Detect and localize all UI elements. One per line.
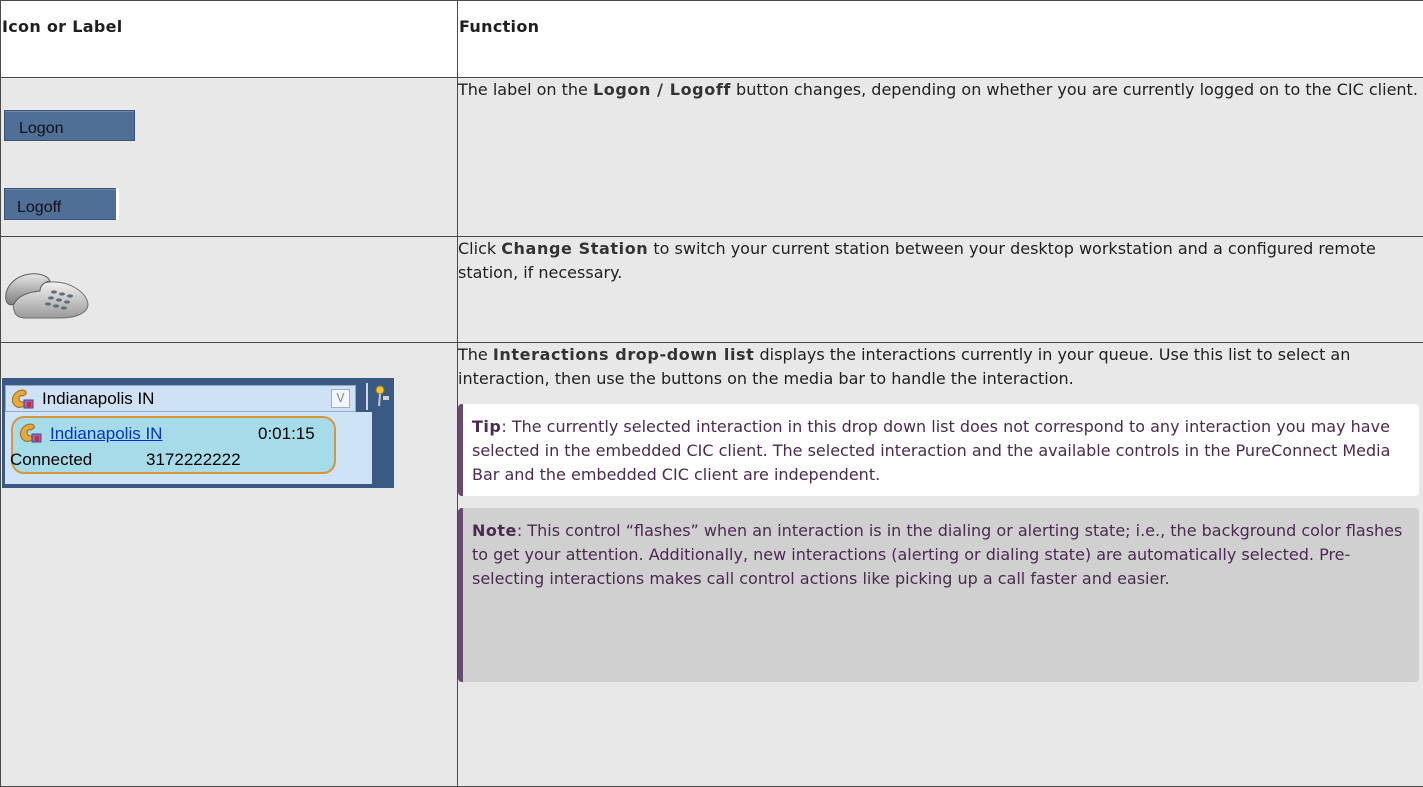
tip-callout: Tip: The currently selected interaction … xyxy=(458,404,1419,496)
media-bar-screenshot: Indianapolis IN V xyxy=(2,378,394,488)
table-header-row: Icon or Label Function xyxy=(1,1,1423,78)
term-change-station: Change Station xyxy=(501,239,648,258)
phone-call-icon xyxy=(10,388,36,410)
logoff-button-image: Logoff xyxy=(4,188,119,220)
call-panel: Indianapolis IN 0:01:15 Connected 317222… xyxy=(5,412,372,484)
term-logon-logoff: Logon / Logoff xyxy=(593,80,731,99)
term-interactions-dropdown: Interactions drop-down list xyxy=(493,345,755,364)
table-row-logon: Logon Logoff The label on the Logon / Lo… xyxy=(1,78,1423,237)
function-cell-logon: The label on the Logon / Logoff button c… xyxy=(458,78,1423,237)
chevron-down-icon: V xyxy=(331,389,350,408)
phone-call-icon xyxy=(18,422,44,444)
call-card: Indianapolis IN 0:01:15 Connected 317222… xyxy=(11,416,336,474)
icon-cell-station xyxy=(1,237,458,343)
icon-cell-interactions: Indianapolis IN V xyxy=(1,343,458,787)
table-row-station: Click Change Station to switch your curr… xyxy=(1,237,1423,343)
header-function: Function xyxy=(458,1,1423,78)
dropdown-selected-text: Indianapolis IN xyxy=(42,387,154,411)
function-text-interactions: The Interactions drop-down list displays… xyxy=(458,343,1423,391)
toolbar-divider xyxy=(366,383,368,410)
call-name-link: Indianapolis IN xyxy=(50,422,162,446)
function-cell-interactions: The Interactions drop-down list displays… xyxy=(458,343,1423,787)
function-table: Icon or Label Function Logon Logoff The … xyxy=(0,0,1423,787)
call-state: Connected xyxy=(10,448,92,472)
header-icon-or-label: Icon or Label xyxy=(1,1,458,78)
note-callout: Note: This control “flashes” when an int… xyxy=(458,508,1419,682)
call-duration: 0:01:15 xyxy=(258,422,315,446)
function-cell-station: Click Change Station to switch your curr… xyxy=(458,237,1423,343)
function-text-station: Click Change Station to switch your curr… xyxy=(458,237,1423,285)
note-label: Note xyxy=(472,521,517,540)
tip-label: Tip xyxy=(472,417,501,436)
table-row-interactions: Indianapolis IN V xyxy=(1,343,1423,787)
logon-button-image: Logon xyxy=(4,110,135,141)
function-text-logon: The label on the Logon / Logoff button c… xyxy=(458,78,1423,102)
tip-text: : The currently selected interaction in … xyxy=(472,417,1390,484)
call-number: 3172222222 xyxy=(146,448,241,472)
icon-cell-logon: Logon Logoff xyxy=(1,78,458,237)
interactions-dropdown: Indianapolis IN V xyxy=(5,385,356,412)
telephone-icon xyxy=(4,270,90,320)
note-text: : This control “flashes” when an interac… xyxy=(472,521,1402,588)
pin-icon xyxy=(373,384,391,410)
